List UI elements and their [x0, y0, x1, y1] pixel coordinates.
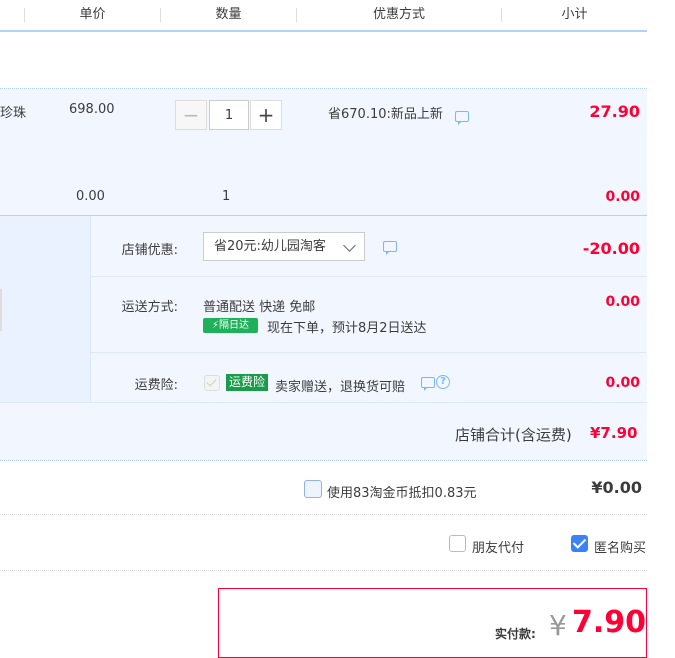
divider — [0, 514, 647, 516]
subrow-price: 0.00 — [76, 189, 105, 204]
anonymous-label[interactable]: 匿名购买 — [594, 537, 646, 556]
fast-delivery-badge: ⚡隔日达 — [203, 318, 258, 333]
payment-currency: ¥ — [549, 609, 567, 642]
coupon-select[interactable]: 省20元:幼儿园淘客 — [203, 232, 365, 261]
quantity-input[interactable] — [209, 100, 249, 130]
coupon-amount: -20.00 — [582, 239, 640, 258]
quantity-decrease-button[interactable]: − — [175, 100, 207, 130]
coin-amount: ¥0.00 — [591, 478, 642, 497]
product-subtotal: 27.90 — [589, 102, 640, 121]
product-discount: 省670.10:新品上新 — [328, 107, 443, 122]
coupon-select-value: 省20元:幼儿园淘客 — [214, 239, 326, 254]
coin-label[interactable]: 使用83淘金币抵扣0.83元 — [327, 482, 477, 501]
insurance-checkbox[interactable] — [204, 375, 220, 391]
row-divider — [90, 276, 647, 277]
chevron-down-icon — [343, 239, 356, 252]
product-price: 698.00 — [69, 102, 115, 117]
chat-icon[interactable] — [383, 241, 397, 255]
payment-amount: 7.90 — [572, 605, 647, 640]
product-name[interactable]: 珍珠 — [0, 102, 26, 121]
chat-icon[interactable] — [455, 111, 469, 125]
coin-checkbox[interactable] — [304, 480, 322, 498]
header-price: 单价 — [79, 7, 106, 22]
subrow-quantity: 1 — [222, 189, 231, 204]
message-box-edge — [0, 289, 2, 331]
header-quantity: 数量 — [215, 7, 242, 22]
chat-icon[interactable] — [421, 377, 435, 391]
header-subtotal: 小计 — [561, 7, 588, 22]
divider — [0, 570, 647, 572]
insurance-note: 卖家赠送，退换货可赔 — [275, 380, 406, 395]
friend-pay-checkbox[interactable] — [449, 535, 466, 552]
store-total-label: 店铺合计(含运费) — [455, 426, 572, 444]
insurance-amount: 0.00 — [605, 375, 640, 391]
store-total-amount: ¥7.90 — [590, 424, 638, 442]
row-divider — [90, 352, 647, 353]
payment-label: 实付款: — [495, 627, 536, 641]
table-header: 单价 数量 优惠方式 小计 — [0, 0, 647, 32]
anonymous-checkbox[interactable] — [571, 535, 588, 552]
header-discount: 优惠方式 — [372, 7, 425, 22]
store-message-panel — [0, 216, 91, 402]
friend-pay-label[interactable]: 朋友代付 — [472, 537, 524, 556]
shipping-note: 现在下单，预计8月2日送达 — [267, 321, 427, 336]
question-icon[interactable]: ? — [436, 375, 450, 389]
lightning-icon: ⚡ — [211, 320, 220, 331]
shipping-method: 普通配送 快递 免邮 — [203, 300, 316, 315]
insurance-badge: 运费险 — [226, 374, 268, 391]
coupon-label: 店铺优惠: — [121, 243, 178, 258]
shipping-amount: 0.00 — [605, 294, 640, 310]
insurance-label: 运费险: — [134, 378, 178, 393]
subrow-subtotal: 0.00 — [605, 189, 640, 205]
shipping-label: 运送方式: — [121, 300, 178, 315]
quantity-increase-button[interactable]: + — [250, 100, 282, 130]
